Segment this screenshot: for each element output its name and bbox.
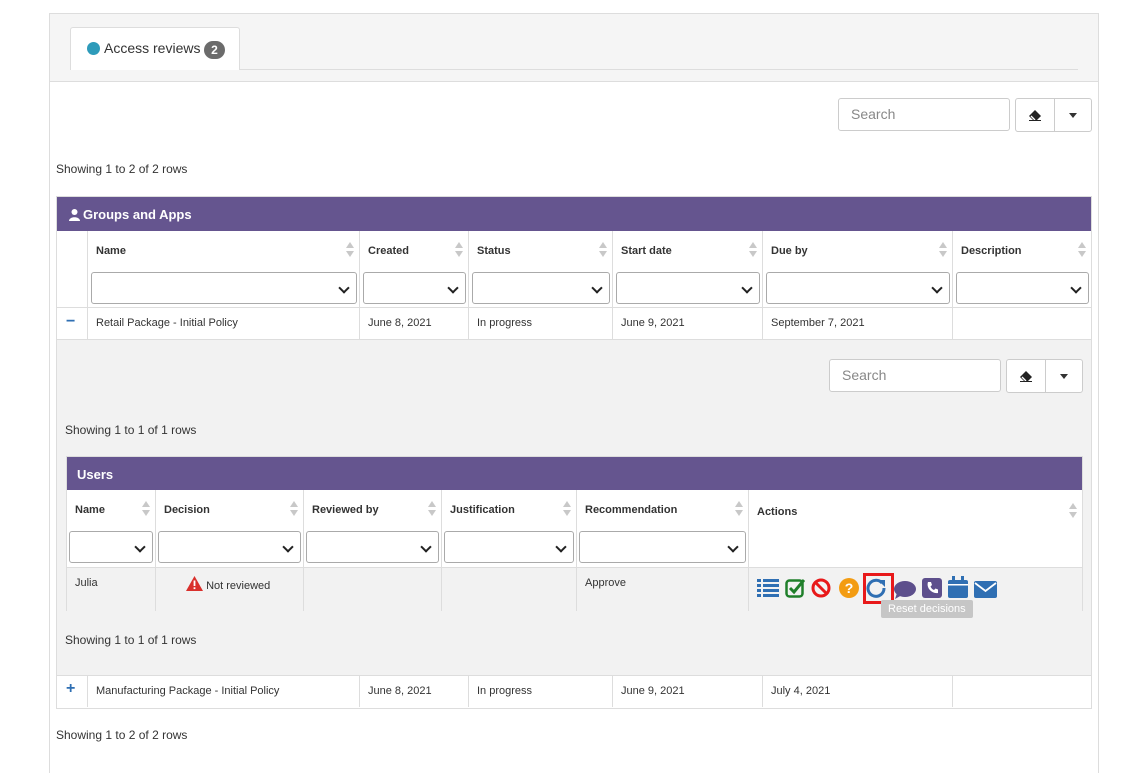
eraser-icon [1029,110,1042,121]
phone-icon[interactable] [922,578,942,598]
detail-toolbar-button-group [1006,359,1083,393]
sort-icon [1078,242,1086,258]
columns-dropdown-button[interactable] [1055,99,1091,131]
user-icon [69,209,80,221]
collapse-row-button[interactable]: − [57,308,88,339]
expand-row-button[interactable]: + [57,676,88,707]
table-row: − Retail Package - Initial Policy June 8… [57,307,1091,339]
sort-icon [749,242,757,258]
approve-check-icon[interactable] [785,578,805,598]
pagination-info-bottom: Showing 1 to 2 of 2 rows [56,728,188,742]
filter-select-due-by[interactable] [766,272,950,304]
toolbar-button-group [1015,98,1092,132]
list-icon[interactable] [757,578,779,598]
users-table: Users Name Decision Reviewed by Justific… [66,456,1083,611]
tab-access-reviews[interactable]: Access reviews 2 [70,27,240,70]
chevron-down-icon [1069,112,1078,118]
filter-select-start-date[interactable] [616,272,760,304]
sort-icon [142,501,150,517]
groups-and-apps-table: Groups and Apps Name Created Status Star… [56,196,1092,709]
eraser-icon [1020,371,1033,382]
detail-columns-dropdown-button[interactable] [1046,360,1082,392]
filter-select-status[interactable] [472,272,610,304]
detail-clear-filters-button[interactable] [1007,360,1047,392]
filter-select-recommendation[interactable] [579,531,746,563]
sort-icon [455,242,463,258]
reset-decisions-tooltip: Reset decisions [881,600,973,618]
calendar-icon[interactable] [948,576,968,598]
table-row: + Manufacturing Package - Initial Policy… [57,675,1091,707]
row-detail-view: Search Showing 1 to 1 of 1 rows Users Na… [57,339,1091,675]
filter-select-user-name[interactable] [69,531,153,563]
tab-bar: Access reviews 2 [50,14,1098,82]
comment-icon[interactable] [894,581,916,599]
sort-icon [939,242,947,258]
warning-icon [186,576,203,591]
filter-select-description[interactable] [956,272,1089,304]
users-table-header: Users [67,457,1082,490]
clear-filters-button[interactable] [1016,99,1056,131]
tab-label: Access reviews [104,40,201,56]
detail-pagination-info-bottom: Showing 1 to 1 of 1 rows [65,633,197,647]
svg-text:?: ? [845,580,854,596]
status-dot-icon [87,42,100,55]
sort-icon [1069,503,1077,519]
question-icon[interactable]: ? [839,578,859,598]
column-header-actions[interactable]: Actions [749,490,1082,567]
sort-icon [428,501,436,517]
deny-icon[interactable] [811,578,831,598]
filter-select-justification[interactable] [444,531,574,563]
filter-select-created[interactable] [363,272,466,304]
sort-icon [346,242,354,258]
tab-count-badge: 2 [204,41,225,59]
chevron-down-icon [1060,373,1069,379]
pagination-info-top: Showing 1 to 2 of 2 rows [56,162,188,176]
sort-icon [290,501,298,517]
sort-icon [599,242,607,258]
groups-table-title: Groups and Apps [83,207,192,222]
email-icon[interactable] [974,581,997,598]
sort-icon [735,501,743,517]
search-input[interactable]: Search [838,98,1010,131]
filter-select-decision[interactable] [158,531,301,563]
decision-cell: Not reviewed [156,568,304,611]
filter-select-reviewed-by[interactable] [306,531,439,563]
groups-table-header: Groups and Apps [57,197,1091,231]
filter-select-name[interactable] [91,272,357,304]
detail-pagination-info-top: Showing 1 to 1 of 1 rows [65,423,197,437]
detail-search-input[interactable]: Search [829,359,1001,392]
sort-icon [563,501,571,517]
